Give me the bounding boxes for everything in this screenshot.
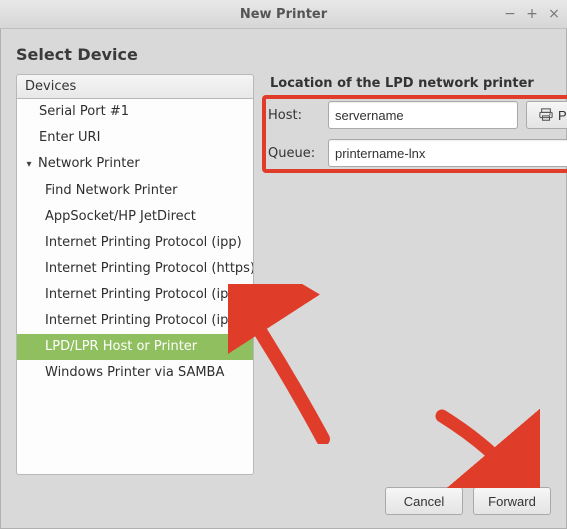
device-item-serial-port[interactable]: Serial Port #1 xyxy=(17,99,253,125)
dialog-footer: Cancel Forward xyxy=(0,475,567,529)
host-input[interactable] xyxy=(328,101,518,129)
device-item-network-printer[interactable]: ▾Network Printer xyxy=(17,151,253,178)
device-item-appsocket[interactable]: AppSocket/HP JetDirect xyxy=(17,204,253,230)
titlebar: New Printer − + × xyxy=(0,0,567,29)
device-item-ipps[interactable]: Internet Printing Protocol (ipps) xyxy=(17,308,253,334)
host-row: Host: Probe xyxy=(268,101,567,129)
form-panel: Location of the LPD network printer Host… xyxy=(268,74,567,475)
probe-button[interactable]: Probe xyxy=(526,101,567,129)
content-area: Select Device Devices Serial Port #1 Ent… xyxy=(0,29,567,475)
form-title: Location of the LPD network printer xyxy=(270,76,567,91)
cancel-button-label: Cancel xyxy=(404,494,444,509)
queue-label: Queue: xyxy=(268,146,320,161)
device-tree[interactable]: Serial Port #1 Enter URI ▾Network Printe… xyxy=(16,98,254,475)
probe-button-label: Probe xyxy=(558,108,567,123)
close-button[interactable]: × xyxy=(547,7,561,21)
printer-icon xyxy=(539,108,553,122)
queue-row: Queue: xyxy=(268,139,567,167)
device-item-enter-uri[interactable]: Enter URI xyxy=(17,125,253,151)
forward-button[interactable]: Forward xyxy=(473,487,551,515)
device-item-lpd[interactable]: LPD/LPR Host or Printer xyxy=(17,334,253,360)
device-item-find-network[interactable]: Find Network Printer xyxy=(17,178,253,204)
device-item-samba[interactable]: Windows Printer via SAMBA xyxy=(17,360,253,386)
window: New Printer − + × Select Device Devices … xyxy=(0,0,567,529)
window-controls: − + × xyxy=(503,0,561,28)
form-box: Host: Probe Que xyxy=(268,101,567,167)
device-item-https[interactable]: Internet Printing Protocol (https) xyxy=(17,256,253,282)
queue-input[interactable] xyxy=(328,139,567,167)
maximize-button[interactable]: + xyxy=(525,7,539,21)
device-item-ipp14[interactable]: Internet Printing Protocol (ipp14) xyxy=(17,282,253,308)
device-list-header[interactable]: Devices xyxy=(16,74,254,98)
cancel-button[interactable]: Cancel xyxy=(385,487,463,515)
device-item-ipp[interactable]: Internet Printing Protocol (ipp) xyxy=(17,230,253,256)
section-heading: Select Device xyxy=(16,45,551,64)
expander-icon[interactable]: ▾ xyxy=(23,156,35,174)
host-label: Host: xyxy=(268,108,320,123)
network-printer-label: Network Printer xyxy=(38,156,140,171)
window-title: New Printer xyxy=(0,7,567,22)
device-panel: Devices Serial Port #1 Enter URI ▾Networ… xyxy=(16,74,254,475)
forward-button-label: Forward xyxy=(488,494,536,509)
columns: Devices Serial Port #1 Enter URI ▾Networ… xyxy=(16,74,551,475)
minimize-button[interactable]: − xyxy=(503,7,517,21)
